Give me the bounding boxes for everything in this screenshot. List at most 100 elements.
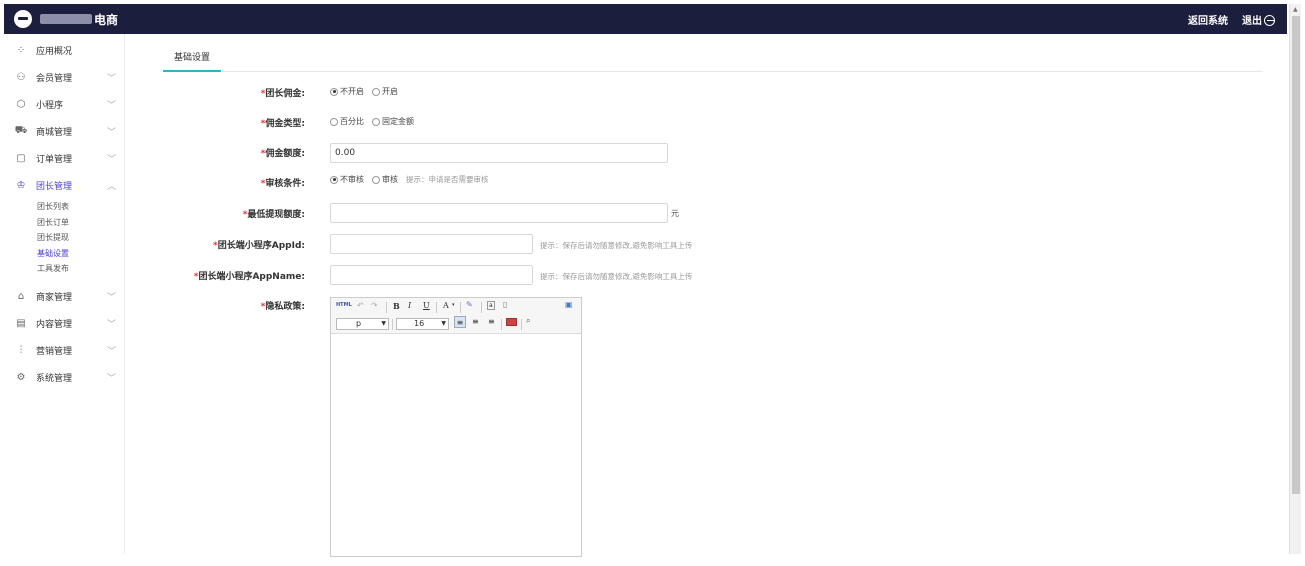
chevron-down-icon: ﹀ (106, 319, 116, 330)
commission-type-label: *佣金类型: (260, 119, 305, 129)
sidebar-item-marketing[interactable]: ⫶ 营销管理 ﹀ (4, 337, 124, 364)
sidebar-item-label: 商城管理 (36, 128, 73, 138)
appid-label: *团长端小程序AppId: (213, 241, 305, 251)
sidebar-item-leaders[interactable]: ♔ 团长管理 ︿ (4, 172, 124, 199)
privacy-label: *隐私政策: (260, 302, 305, 312)
commission-type-radio-group: 百分比 固定金额 (330, 116, 422, 127)
commission-label: *团长佣金: (260, 89, 305, 99)
chevron-down-icon: ﹀ (106, 155, 116, 165)
logout-icon (1264, 15, 1275, 26)
sidebar-item-content[interactable]: ▤ 内容管理 ﹀ (4, 310, 124, 337)
align-left-icon[interactable]: ≡ (454, 316, 466, 328)
sidebar-item-orders[interactable]: ▢ 订单管理 ﹀ (4, 145, 124, 172)
main-content: 基础设置 *团长佣金: 不开启 开启 *佣金类型: 百分比 固定金额 *佣金额度… (125, 34, 1285, 557)
sidebar-item-system[interactable]: ⚙ 系统管理 ﹀ (4, 364, 124, 391)
chevron-down-icon: ﹀ (106, 74, 116, 84)
sidebar-item-label: 内容管理 (36, 319, 73, 330)
chart-icon: ⫶ (19, 344, 23, 356)
sidebar-item-label: 会员管理 (36, 74, 73, 84)
sidebar-item-label: 营销管理 (36, 346, 73, 357)
submenu-leader-orders[interactable]: 团长订单 (4, 215, 124, 231)
grid-icon: ⁘ (16, 45, 26, 56)
chevron-down-icon: ﹀ (106, 373, 116, 384)
commission-off-radio[interactable]: 不开启 (330, 86, 364, 97)
tab-bar: 基础设置 (163, 46, 1263, 72)
review-label: *审核条件: (260, 179, 305, 189)
submenu-leader-withdraw[interactable]: 团长提现 (4, 230, 124, 246)
image-icon[interactable] (506, 318, 517, 326)
page-scrollbar[interactable]: ▲ (1289, 4, 1301, 554)
type-percent-radio[interactable]: 百分比 (330, 116, 364, 127)
review-yes-radio[interactable]: 审核 (372, 174, 398, 185)
brand-blurred-name (40, 14, 92, 24)
align-center-icon[interactable]: ≡ (472, 317, 479, 326)
sidebar-item-members[interactable]: ⚇ 会员管理 ﹀ (4, 64, 124, 91)
appid-hint: 提示：保存后请勿随意修改,避免影响工具上传 (540, 241, 693, 250)
sidebar-item-merchants[interactable]: ⌂ 商家管理 ﹀ (4, 283, 124, 310)
gear-icon: ⚙ (16, 371, 26, 383)
logout-button[interactable]: 退出 (1242, 12, 1275, 27)
min-withdraw-label: *最低提现额度: (242, 210, 305, 220)
appname-hint: 提示：保存后请勿随意修改,避免影响工具上传 (540, 272, 693, 281)
min-withdraw-input[interactable] (330, 203, 668, 223)
bold-button[interactable]: B (393, 301, 400, 311)
clipboard-icon[interactable]: ▯ (503, 300, 507, 309)
appid-input[interactable] (330, 234, 533, 254)
type-fixed-radio[interactable]: 固定金额 (372, 116, 414, 127)
font-color-button[interactable]: A (443, 301, 449, 310)
sidebar-item-label: 系统管理 (36, 373, 73, 384)
scroll-up-arrow-icon[interactable]: ▲ (1293, 6, 1298, 13)
crown-icon: ♔ (16, 180, 26, 191)
clipboard-icon: ▢ (16, 153, 26, 164)
align-right-icon[interactable]: ≡ (488, 317, 495, 326)
html-source-button[interactable]: HTML (336, 302, 352, 308)
redo-icon[interactable]: ↷ (371, 301, 378, 310)
font-size-select[interactable]: 16 ▼ (396, 318, 449, 330)
appname-input[interactable] (330, 265, 533, 285)
submenu-leader-list[interactable]: 团长列表 (4, 199, 124, 215)
sidebar-item-miniprogram[interactable]: ⬡ 小程序 ﹀ (4, 91, 124, 118)
sidebar-item-label: 应用概况 (36, 47, 73, 57)
editor-body[interactable] (331, 334, 581, 556)
chevron-up-icon: ︿ (106, 182, 116, 192)
sidebar-item-label: 小程序 (36, 101, 64, 111)
editor-toolbar: HTML ↶ ↷ B I U A ▾ ✎ a ▯ ▣ p▼ 16▼ ≡ ≡ (331, 298, 581, 334)
document-icon: ▤ (16, 317, 26, 329)
chevron-down-icon: ﹀ (106, 292, 116, 303)
logout-label: 退出 (1242, 15, 1262, 27)
scrollbar-thumb[interactable] (1292, 16, 1300, 494)
italic-button[interactable]: I (408, 301, 411, 310)
currency-unit: 元 (671, 209, 679, 218)
paragraph-select[interactable]: p ▼ (336, 318, 389, 330)
appname-label: *团长端小程序AppName: (193, 272, 305, 282)
monitor-icon[interactable]: ▣ (565, 300, 573, 309)
preview-icon[interactable]: ⌕ (526, 316, 530, 326)
rich-text-editor: HTML ↶ ↷ B I U A ▾ ✎ a ▯ ▣ p▼ 16▼ ≡ ≡ (330, 297, 582, 557)
commission-on-radio[interactable]: 开启 (372, 86, 398, 97)
sidebar-item-mall[interactable]: ⛟ 商城管理 ﹀ (4, 118, 124, 145)
users-icon: ⚇ (16, 72, 26, 83)
top-bar: 电商 返回系统 退出 (4, 4, 1287, 34)
chevron-down-icon: ﹀ (106, 128, 116, 138)
brush-icon[interactable]: ✎ (466, 300, 473, 309)
sidebar-item-overview[interactable]: ⁘ 应用概况 (4, 37, 124, 64)
review-radio-group: 不审核 审核 提示：申请是否需要审核 (330, 174, 489, 185)
review-hint: 提示：申请是否需要审核 (406, 175, 489, 184)
chevron-down-icon: ﹀ (106, 101, 116, 111)
return-system-link[interactable]: 返回系统 (1188, 12, 1228, 27)
image-link-icon[interactable]: a (487, 301, 495, 310)
commission-amount-input[interactable]: 0.00 (330, 143, 668, 163)
logo-icon (14, 10, 32, 28)
underline-button[interactable]: U (423, 301, 430, 310)
submenu-basic-settings[interactable]: 基础设置 (4, 246, 124, 262)
shop-icon: ⌂ (17, 290, 25, 302)
sidebar-item-label: 商家管理 (36, 292, 73, 303)
sidebar-item-label: 团长管理 (36, 182, 73, 192)
submenu-tool-publish[interactable]: 工具发布 (4, 261, 124, 277)
review-no-radio[interactable]: 不审核 (330, 174, 364, 185)
commission-radio-group: 不开启 开启 (330, 86, 406, 97)
tab-basic-settings[interactable]: 基础设置 (163, 46, 221, 72)
chevron-down-icon: ﹀ (106, 346, 116, 357)
cube-icon: ⬡ (16, 99, 26, 110)
undo-icon[interactable]: ↶ (357, 301, 364, 310)
